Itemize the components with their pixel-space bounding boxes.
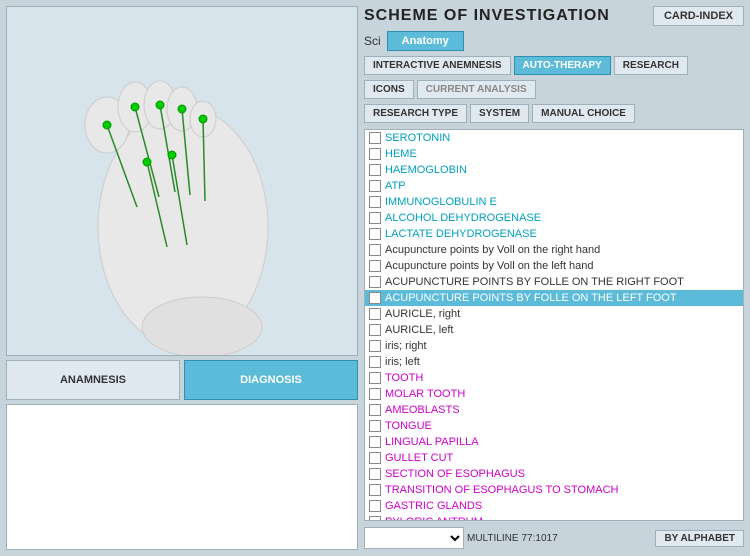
list-item-text: Acupuncture points by Voll on the right …	[385, 244, 600, 256]
list-item-checkbox[interactable]	[369, 420, 381, 432]
list-item-checkbox[interactable]	[369, 228, 381, 240]
list-item-checkbox[interactable]	[369, 340, 381, 352]
anatomy-button[interactable]: Anatomy	[387, 31, 464, 51]
list-item-text: IMMUNOGLOBULIN E	[385, 196, 497, 208]
list-item[interactable]: HEME	[365, 146, 743, 162]
list-item-checkbox[interactable]	[369, 308, 381, 320]
list-item-checkbox[interactable]	[369, 372, 381, 384]
list-item[interactable]: AURICLE, right	[365, 306, 743, 322]
list-item[interactable]: ALCOHOL DEHYDROGENASE	[365, 210, 743, 226]
list-item-text: TRANSITION OF ESOPHAGUS TO STOMACH	[385, 484, 618, 496]
list-item-text: AMEOBLASTS	[385, 404, 460, 416]
list-item[interactable]: LACTATE DEHYDROGENASE	[365, 226, 743, 242]
list-item-checkbox[interactable]	[369, 356, 381, 368]
bottom-dropdown[interactable]	[364, 527, 464, 549]
list-item-checkbox[interactable]	[369, 452, 381, 464]
list-item[interactable]: ATP	[365, 178, 743, 194]
list-item-checkbox[interactable]	[369, 260, 381, 272]
list-item-checkbox[interactable]	[369, 244, 381, 256]
list-item[interactable]: TONGUE	[365, 418, 743, 434]
interactive-anemnesis-button[interactable]: INTERACTIVE ANEMNESIS	[364, 56, 511, 75]
list-item[interactable]: TOOTH	[365, 370, 743, 386]
list-item[interactable]: TRANSITION OF ESOPHAGUS TO STOMACH	[365, 482, 743, 498]
list-item-checkbox[interactable]	[369, 148, 381, 160]
list-item-checkbox[interactable]	[369, 196, 381, 208]
list-item-text: AURICLE, right	[385, 308, 460, 320]
list-item-checkbox[interactable]	[369, 404, 381, 416]
list-item-text: LACTATE DEHYDROGENASE	[385, 228, 537, 240]
diagnosis-button[interactable]: DIAGNOSIS	[184, 360, 358, 400]
list-item-text: HAEMOGLOBIN	[385, 164, 467, 176]
list-item-checkbox[interactable]	[369, 164, 381, 176]
research-button[interactable]: RESEARCH	[614, 56, 688, 75]
list-item-text: HEME	[385, 148, 417, 160]
list-item[interactable]: Acupuncture points by Voll on the left h…	[365, 258, 743, 274]
list-item[interactable]: HAEMOGLOBIN	[365, 162, 743, 178]
list-item-checkbox[interactable]	[369, 436, 381, 448]
page-title: SCHEME OF INVESTIGATION	[364, 7, 610, 25]
list-item-checkbox[interactable]	[369, 212, 381, 224]
sci-label: Sci	[364, 34, 381, 48]
list-item[interactable]: LINGUAL PAPILLA	[365, 434, 743, 450]
system-button[interactable]: SYSTEM	[470, 104, 529, 123]
research-type-button[interactable]: RESEARCH TYPE	[364, 104, 467, 123]
list-item[interactable]: IMMUNOGLOBULIN E	[365, 194, 743, 210]
list-item-checkbox[interactable]	[369, 324, 381, 336]
multiline-label: MULTILINE	[467, 533, 519, 544]
list-item-text: MOLAR TOOTH	[385, 388, 465, 400]
list-item-text: GULLET CUT	[385, 452, 453, 464]
icons-button[interactable]: ICONS	[364, 80, 414, 99]
list-item-text: AURICLE, left	[385, 324, 453, 336]
coord-label: 77:1017	[522, 533, 558, 544]
list-item[interactable]: AMEOBLASTS	[365, 402, 743, 418]
list-item[interactable]: SECTION OF ESOPHAGUS	[365, 466, 743, 482]
list-item-text: PYLORIC ANTRUM	[385, 516, 483, 521]
list-item-text: TONGUE	[385, 420, 432, 432]
list-item[interactable]: iris; right	[365, 338, 743, 354]
list-item-checkbox[interactable]	[369, 180, 381, 192]
list-item-checkbox[interactable]	[369, 516, 381, 521]
by-alphabet-button[interactable]: BY ALPHABET	[655, 530, 744, 547]
manual-choice-button[interactable]: MANUAL CHOICE	[532, 104, 635, 123]
list-item-checkbox[interactable]	[369, 292, 381, 304]
auto-therapy-button[interactable]: AUTO-THERAPY	[514, 56, 611, 75]
list-item[interactable]: ACUPUNCTURE POINTS BY FOLLE ON THE LEFT …	[365, 290, 743, 306]
anamnesis-button[interactable]: ANAMNESIS	[6, 360, 180, 400]
list-item[interactable]: SEROTONIN	[365, 130, 743, 146]
list-item-text: GASTRIC GLANDS	[385, 500, 482, 512]
current-analysis-button[interactable]: CURRENT ANALYSIS	[417, 80, 536, 99]
list-item-checkbox[interactable]	[369, 132, 381, 144]
list-item[interactable]: ACUPUNCTURE POINTS BY FOLLE ON THE RIGHT…	[365, 274, 743, 290]
list-item[interactable]: iris; left	[365, 354, 743, 370]
list-item-text: TOOTH	[385, 372, 423, 384]
foot-image-area	[6, 6, 358, 356]
list-item-text: iris; left	[385, 356, 420, 368]
list-item-checkbox[interactable]	[369, 276, 381, 288]
list-item[interactable]: PYLORIC ANTRUM	[365, 514, 743, 521]
list-item-text: ACUPUNCTURE POINTS BY FOLLE ON THE LEFT …	[385, 292, 677, 304]
items-list[interactable]: SEROTONIN HEME HAEMOGLOBIN ATP IMMUNOGLOBULI…	[364, 129, 744, 521]
list-item-text: Acupuncture points by Voll on the left h…	[385, 260, 594, 272]
list-item[interactable]: GULLET CUT	[365, 450, 743, 466]
list-item-checkbox[interactable]	[369, 500, 381, 512]
list-item-checkbox[interactable]	[369, 388, 381, 400]
list-item-text: ACUPUNCTURE POINTS BY FOLLE ON THE RIGHT…	[385, 276, 684, 288]
list-item-text: SEROTONIN	[385, 132, 450, 144]
list-item-text: LINGUAL PAPILLA	[385, 436, 479, 448]
list-item[interactable]: AURICLE, left	[365, 322, 743, 338]
list-item-checkbox[interactable]	[369, 468, 381, 480]
list-item-text: ALCOHOL DEHYDROGENASE	[385, 212, 541, 224]
list-item[interactable]: GASTRIC GLANDS	[365, 498, 743, 514]
list-item[interactable]: MOLAR TOOTH	[365, 386, 743, 402]
list-item-text: iris; right	[385, 340, 427, 352]
list-item-checkbox[interactable]	[369, 484, 381, 496]
list-item-text: SECTION OF ESOPHAGUS	[385, 468, 525, 480]
diagnosis-text-area	[6, 404, 358, 550]
foot-svg	[7, 7, 358, 356]
card-index-button[interactable]: CARD-INDEX	[653, 6, 744, 26]
list-item-text: ATP	[385, 180, 406, 192]
list-item[interactable]: Acupuncture points by Voll on the right …	[365, 242, 743, 258]
